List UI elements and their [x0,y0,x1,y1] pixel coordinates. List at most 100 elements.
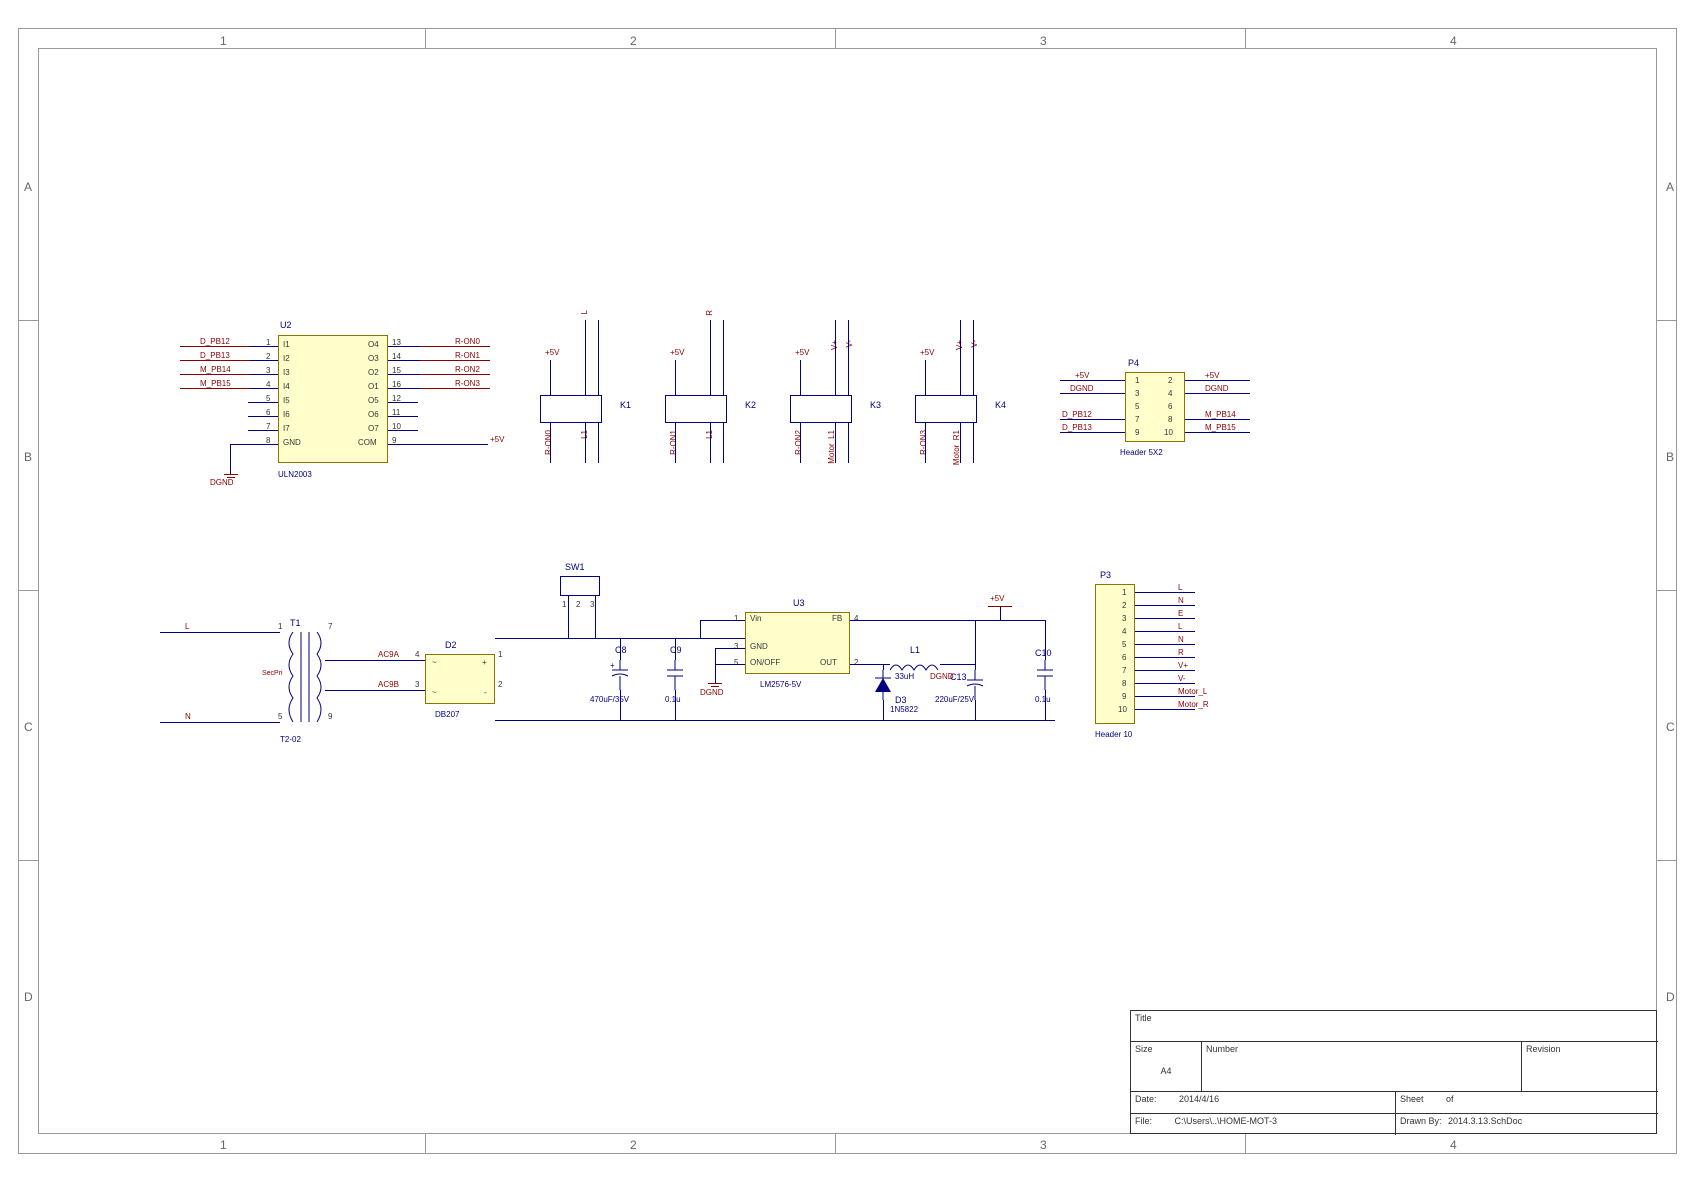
wire [550,423,551,463]
row-div [18,320,38,321]
p3-ref: P3 [1100,570,1111,580]
net-ac9a: AC9A [378,650,399,659]
u2-pin-lbl: O4 [368,340,379,349]
p4-pin: 6 [1168,402,1172,411]
col-div [1245,1134,1246,1154]
wire [248,416,278,417]
u3-pin-lbl: GND [750,642,768,651]
p4-pin: 8 [1168,415,1172,424]
net-5v: +5V [990,594,1004,603]
wire [1135,618,1195,619]
p3-val: Header 10 [1095,730,1132,739]
tb-sheet-lbl: Sheet [1400,1094,1424,1104]
relay-k2 [665,395,727,423]
wire [975,700,976,720]
net-dgnd: DGND [210,478,234,487]
net-l: L [185,622,189,631]
p4-pin: 4 [1168,389,1172,398]
col-div [835,1134,836,1154]
wire [883,700,884,720]
wire [700,620,745,621]
net-5v: +5V [1075,371,1089,380]
wire [960,320,961,395]
wire [1135,605,1195,606]
u2-pin-lbl: O3 [368,354,379,363]
tb-title-lbl: Title [1131,1011,1658,1041]
title-block: Title Size A4 Number Revision Date: 2014… [1130,1010,1657,1134]
wire [1000,606,1001,620]
netline [180,346,250,347]
u2-pin-lbl: O2 [368,368,379,377]
wire [1045,620,1046,660]
p3-pin: 10 [1118,705,1127,714]
k3-ref: K3 [870,400,881,410]
wire [1185,380,1250,381]
p4-chip [1125,372,1185,442]
wire [723,423,724,463]
wire [1135,670,1195,671]
wire [585,423,586,463]
relay-k1 [540,395,602,423]
row-b-left: B [24,450,32,464]
wire [925,360,926,395]
u3-pin-n: 4 [854,614,858,623]
net-motor-r: Motor_R [1178,700,1209,709]
net-n: N [185,712,191,721]
cap-icon [665,660,685,690]
u2-pin-lbl: I7 [283,424,290,433]
t1-pin: 9 [328,712,332,721]
u3-val: LM2576-5V [760,680,801,689]
net-vminus: V- [1178,674,1186,683]
sw1-pin: 2 [576,600,580,609]
net-m-pb15: M_PB15 [200,379,231,388]
u3-pin-n: 2 [854,658,858,667]
tb-size-lbl: Size A4 [1131,1041,1201,1091]
wire [1185,419,1250,420]
wire [388,416,418,417]
sw1-pin: 3 [590,600,594,609]
wire [1060,393,1125,394]
wire [925,423,926,463]
p4-pin: 5 [1135,402,1139,411]
wire [1135,683,1195,684]
sw1-body [560,576,600,596]
wire [160,632,280,633]
row-c-left: C [24,720,33,734]
wire [1135,592,1195,593]
wire [715,648,745,649]
tb-drawn: Drawn By: 2014.3.13.SchDoc [1395,1113,1658,1135]
net-vminus: V- [845,340,854,348]
p4-pin: 1 [1135,376,1139,385]
col-4-bot: 4 [1450,1138,1457,1152]
col-div [425,1134,426,1154]
frame-inner [38,48,1657,1134]
tb-rev-lbl: Revision [1521,1041,1658,1091]
u2-pin-lbl: O5 [368,396,379,405]
net-d-pb13: D_PB13 [1062,423,1092,432]
wire [715,648,716,683]
wire [675,360,676,395]
wire [1060,419,1125,420]
tb-date: Date: 2014/4/16 [1131,1091,1395,1113]
l1-val: 33uH [895,672,914,681]
net-5v: +5V [795,348,809,357]
p3-pin: 3 [1122,614,1126,623]
tb-size-val: A4 [1135,1066,1197,1076]
net-ron0: R-ON0 [455,337,480,346]
d3-val: 1N5822 [890,705,918,714]
netline [420,374,490,375]
u3-pin-lbl: FB [832,614,842,623]
u2-pin-lbl: I3 [283,368,290,377]
tb-drawn-val: 2014.3.13.SchDoc [1448,1116,1522,1126]
wire [800,360,801,395]
col-1-top: 1 [220,34,227,48]
net-n: N [1178,635,1184,644]
p3-pin: 7 [1122,666,1126,675]
u2-pin-lbl: I1 [283,340,290,349]
net-dgnd: DGND [1205,384,1229,393]
tb-sheet: Sheet of [1395,1091,1658,1113]
wire [710,320,711,395]
p3-pin: 2 [1122,601,1126,610]
wire [835,320,836,395]
tb-number-lbl: Number [1201,1041,1521,1091]
